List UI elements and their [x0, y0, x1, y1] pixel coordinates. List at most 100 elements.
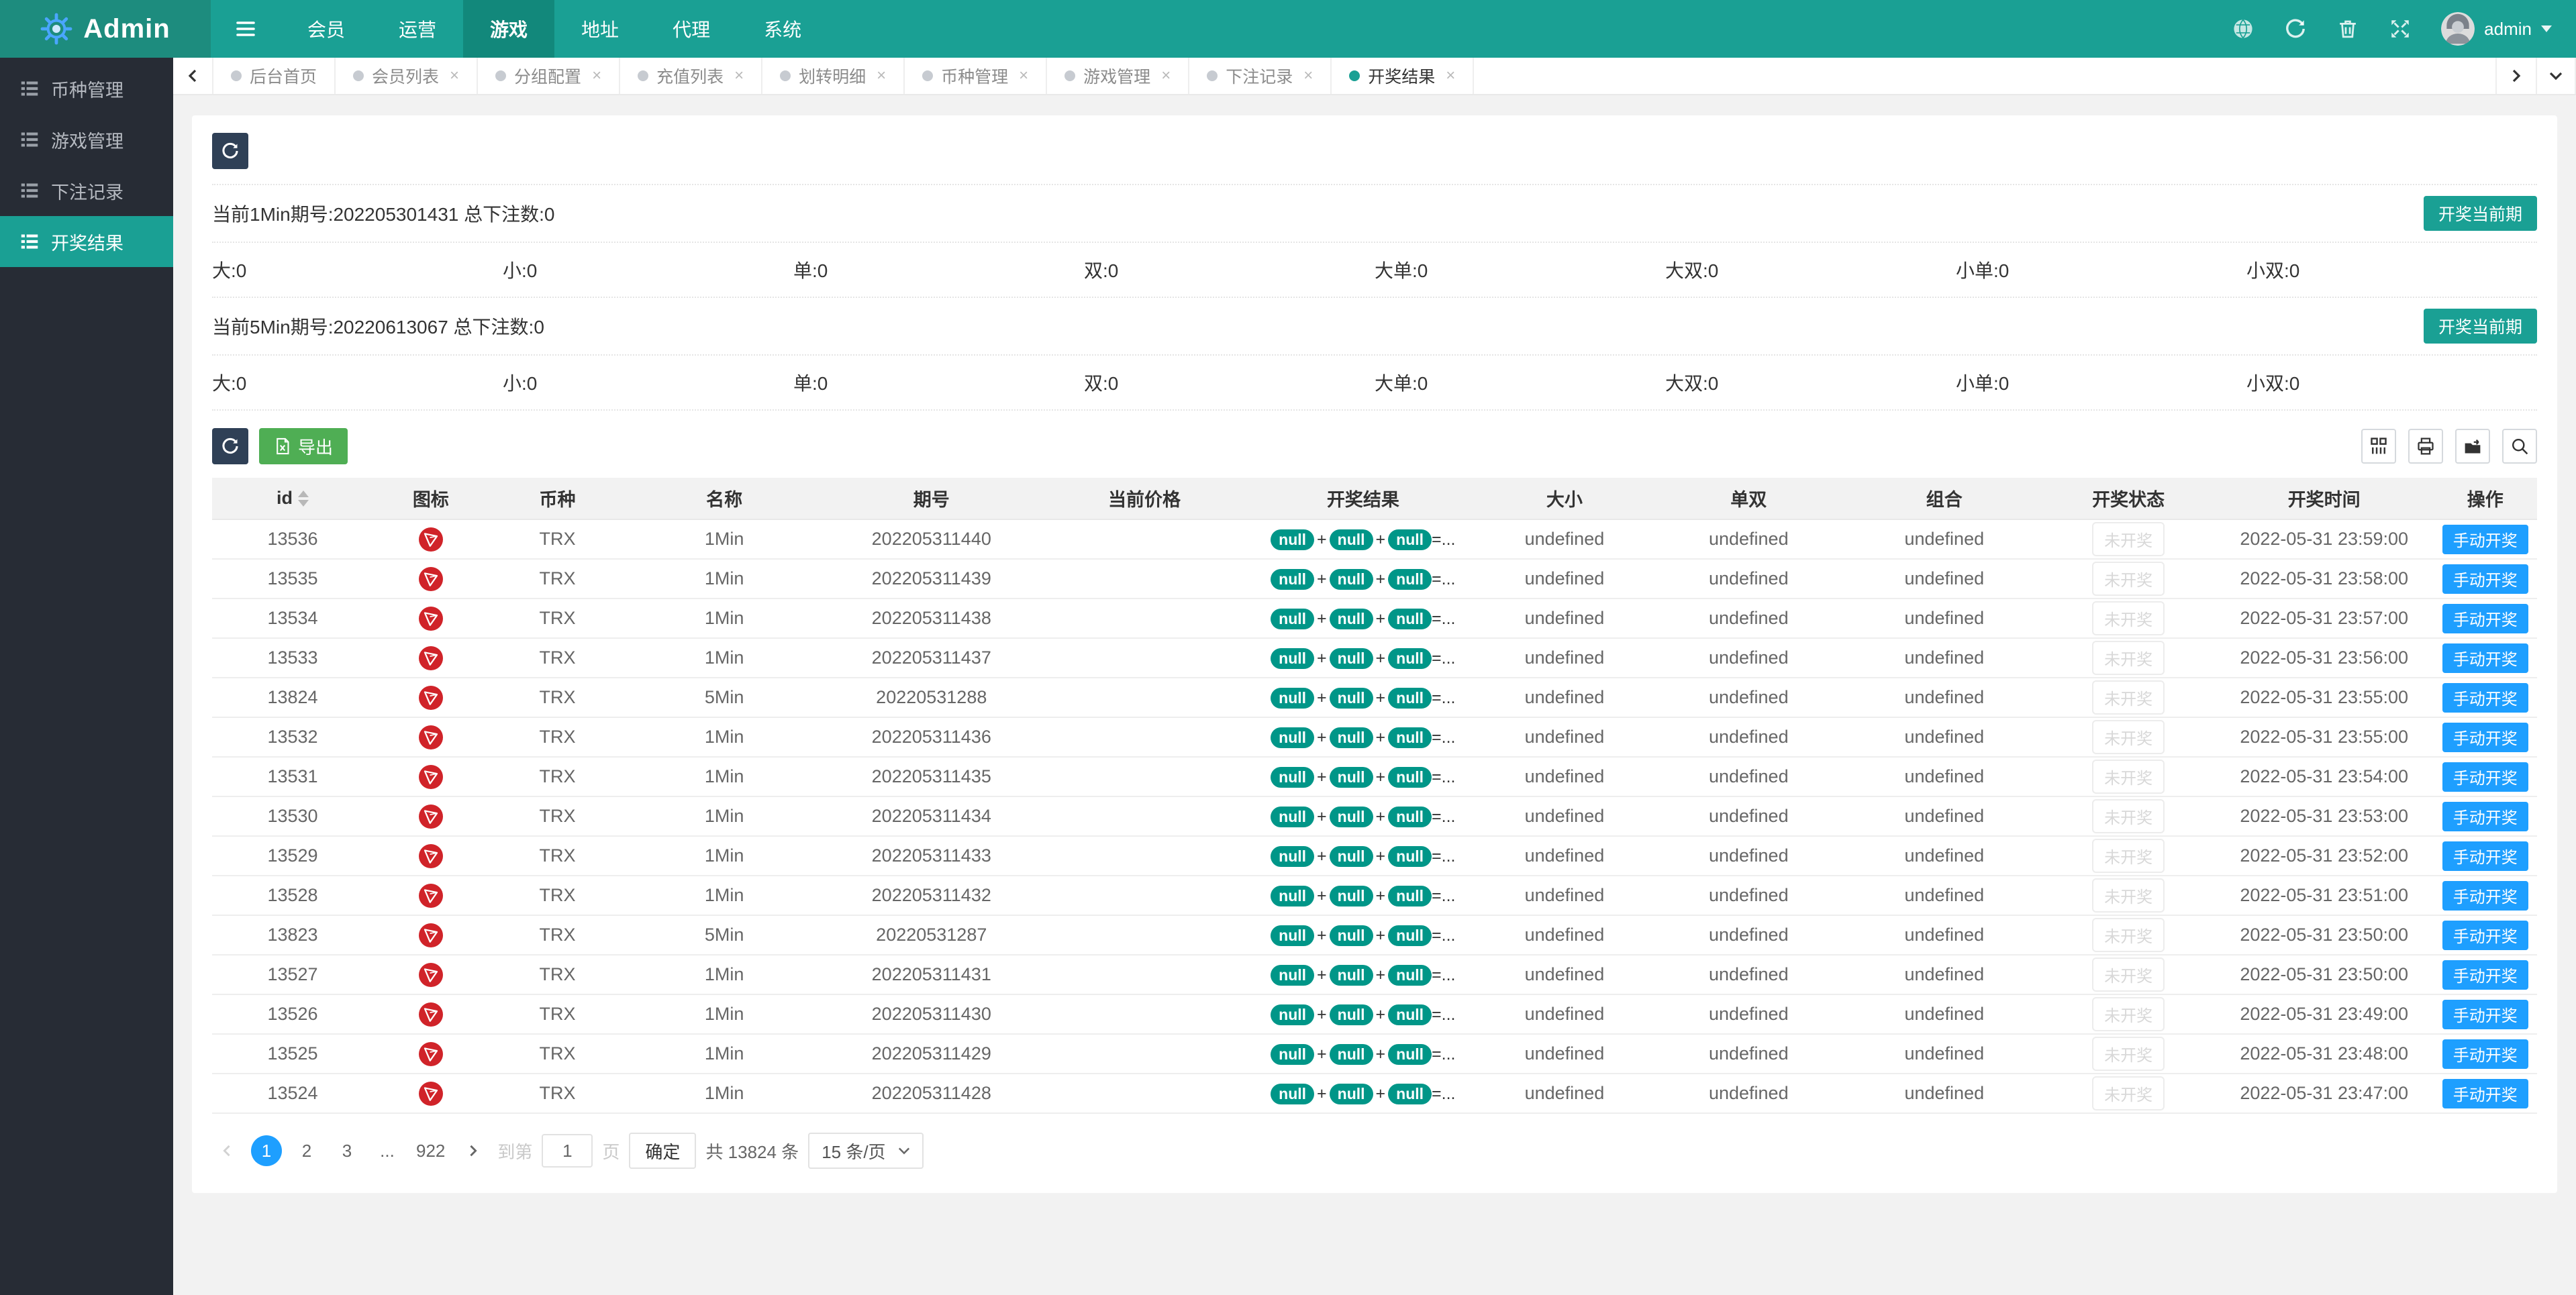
tab[interactable]: 后台首页 — [213, 58, 336, 94]
nav-item[interactable]: 运营 — [372, 0, 463, 58]
page-number[interactable]: 2 — [291, 1135, 322, 1166]
tab-dot-icon — [1349, 70, 1360, 81]
fullscreen-icon[interactable] — [2389, 17, 2412, 40]
manual-draw-button[interactable]: 手动开奖 — [2442, 999, 2528, 1029]
cell-price — [1040, 836, 1248, 876]
table-column-header[interactable]: 当前价格 — [1040, 478, 1248, 520]
export-button[interactable]: 导出 — [259, 428, 348, 464]
refresh-table-button[interactable] — [212, 428, 248, 464]
table-column-header[interactable]: id — [212, 478, 374, 520]
table-column-header[interactable]: 开奖结果 — [1248, 478, 1479, 520]
cell-price — [1040, 678, 1248, 718]
cell-icon — [373, 717, 489, 758]
result-badge: null — [1271, 885, 1315, 907]
logo[interactable]: Admin — [0, 0, 211, 58]
manual-draw-button[interactable]: 手动开奖 — [2442, 801, 2528, 831]
refresh-summary-button[interactable] — [212, 133, 248, 169]
nav-item[interactable]: 地址 — [554, 0, 646, 58]
tab[interactable]: 充值列表 × — [620, 58, 763, 94]
plus-sign: + — [1317, 767, 1327, 786]
table-column-header[interactable]: 大小 — [1478, 478, 1651, 520]
trash-icon[interactable] — [2336, 17, 2359, 40]
page-number[interactable]: 3 — [332, 1135, 362, 1166]
table-column-header[interactable]: 期号 — [822, 478, 1041, 520]
manual-draw-button[interactable]: 手动开奖 — [2442, 603, 2528, 633]
search-button[interactable] — [2502, 429, 2537, 464]
user-menu[interactable]: admin — [2441, 12, 2552, 46]
per-page-select[interactable]: 15 条/页 — [808, 1133, 924, 1169]
tab-close-icon[interactable]: × — [877, 66, 886, 85]
table-column-header[interactable]: 图标 — [373, 478, 489, 520]
tabs-scroll-right-button[interactable] — [2495, 58, 2536, 94]
table-column-header[interactable]: 币种 — [488, 478, 627, 520]
draw-current-1min-button[interactable]: 开奖当前期 — [2423, 196, 2537, 231]
page-number[interactable]: 1 — [251, 1135, 282, 1166]
table-column-header[interactable]: 开奖状态 — [2042, 478, 2215, 520]
sidebar-item[interactable]: 币种管理 — [0, 63, 173, 114]
columns-filter-button[interactable] — [2361, 429, 2396, 464]
plus-sign: + — [1317, 925, 1327, 945]
cell-coin: TRX — [488, 1034, 627, 1074]
table-column-header[interactable]: 组合 — [1846, 478, 2042, 520]
manual-draw-button[interactable]: 手动开奖 — [2442, 722, 2528, 752]
tab[interactable]: 游戏管理 × — [1047, 58, 1190, 94]
table-column-header[interactable]: 名称 — [626, 478, 822, 520]
nav-item[interactable]: 游戏 — [463, 0, 555, 58]
table-column-header[interactable]: 操作 — [2433, 478, 2537, 520]
tab-close-icon[interactable]: × — [592, 66, 601, 85]
tabs-scroll-left-button[interactable] — [173, 58, 213, 94]
manual-draw-button[interactable]: 手动开奖 — [2442, 880, 2528, 911]
page-number[interactable]: 922 — [412, 1135, 449, 1166]
manual-draw-button[interactable]: 手动开奖 — [2442, 524, 2528, 554]
sort-icon[interactable] — [298, 490, 309, 507]
cell-status: 未开奖 — [2042, 519, 2215, 560]
print-button[interactable] — [2408, 429, 2443, 464]
cell-id: 13823 — [212, 915, 374, 955]
tabs-menu-button[interactable] — [2536, 58, 2576, 94]
manual-draw-button[interactable]: 手动开奖 — [2442, 1078, 2528, 1108]
tab-close-icon[interactable]: × — [1446, 66, 1455, 85]
sidebar-collapse-button[interactable] — [211, 0, 281, 58]
tab[interactable]: 下注记录 × — [1189, 58, 1332, 94]
tab-close-icon[interactable]: × — [1303, 66, 1313, 85]
draw-current-5min-button[interactable]: 开奖当前期 — [2423, 309, 2537, 344]
tab-close-icon[interactable]: × — [450, 66, 459, 85]
manual-draw-button[interactable]: 手动开奖 — [2442, 643, 2528, 673]
next-page-button[interactable] — [458, 1136, 488, 1166]
manual-draw-button[interactable]: 手动开奖 — [2442, 762, 2528, 792]
page-number[interactable]: ... — [372, 1135, 403, 1166]
nav-item[interactable]: 代理 — [646, 0, 737, 58]
result-badge: null — [1329, 845, 1373, 867]
manual-draw-button[interactable]: 手动开奖 — [2442, 564, 2528, 594]
tab-close-icon[interactable]: × — [734, 66, 744, 85]
sidebar-item[interactable]: 游戏管理 — [0, 114, 173, 165]
nav-item[interactable]: 系统 — [737, 0, 828, 58]
manual-draw-button[interactable]: 手动开奖 — [2442, 841, 2528, 871]
tab[interactable]: 币种管理 × — [905, 58, 1048, 94]
cell-price — [1040, 955, 1248, 995]
tab[interactable]: 会员列表 × — [336, 58, 479, 94]
prev-page-button[interactable] — [212, 1136, 242, 1166]
table-column-header[interactable]: 开奖时间 — [2214, 478, 2434, 520]
manual-draw-button[interactable]: 手动开奖 — [2442, 960, 2528, 990]
tab[interactable]: 开奖结果 × — [1332, 58, 1475, 94]
cell-issue: 202205311434 — [822, 796, 1041, 837]
stat-value: 大:0 — [212, 373, 247, 394]
sidebar-item[interactable]: 开奖结果 — [0, 216, 173, 267]
export-data-icon-button[interactable] — [2455, 429, 2490, 464]
tab[interactable]: 划转明细 × — [762, 58, 905, 94]
manual-draw-button[interactable]: 手动开奖 — [2442, 682, 2528, 713]
refresh-icon[interactable] — [2284, 17, 2307, 40]
tab[interactable]: 分组配置 × — [478, 58, 621, 94]
sidebar-item[interactable]: 下注记录 — [0, 165, 173, 216]
manual-draw-button[interactable]: 手动开奖 — [2442, 920, 2528, 950]
jump-confirm-button[interactable]: 确定 — [629, 1133, 697, 1169]
tab-close-icon[interactable]: × — [1019, 66, 1028, 85]
manual-draw-button[interactable]: 手动开奖 — [2442, 1039, 2528, 1069]
tab-close-icon[interactable]: × — [1161, 66, 1171, 85]
ball-icon[interactable] — [2232, 17, 2255, 40]
jump-page-input[interactable] — [542, 1134, 593, 1168]
cell-action: 手动开奖 — [2433, 638, 2537, 678]
nav-item[interactable]: 会员 — [281, 0, 372, 58]
table-column-header[interactable]: 单双 — [1650, 478, 1847, 520]
